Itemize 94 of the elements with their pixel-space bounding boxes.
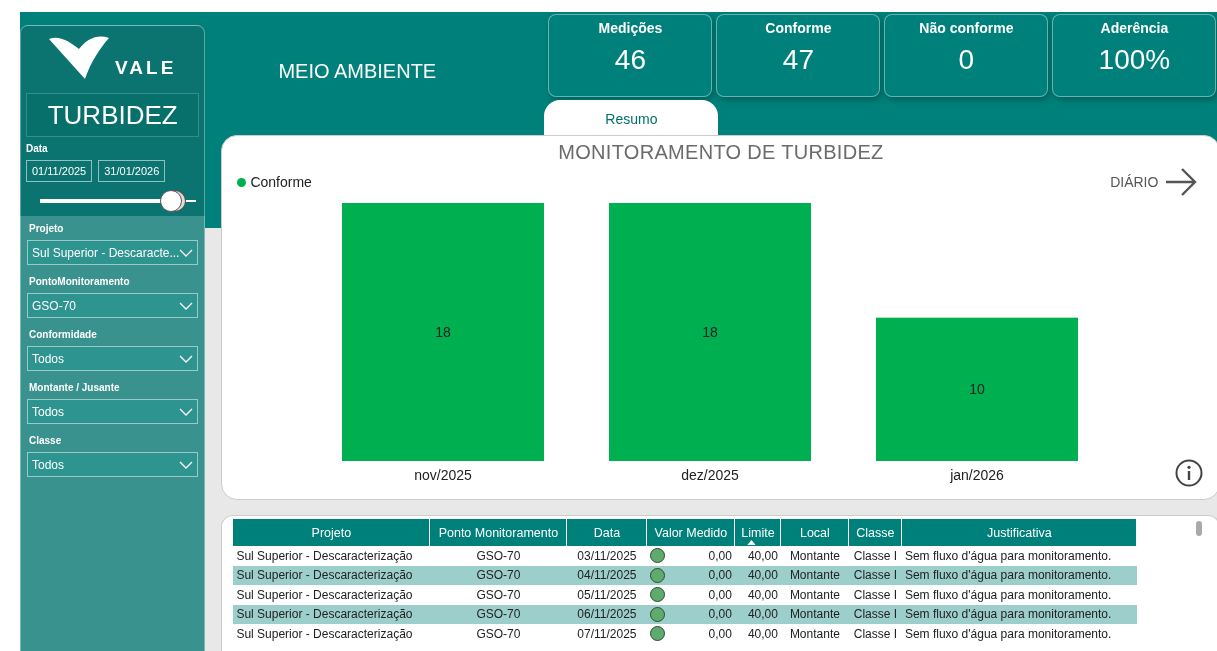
column-header[interactable]: Valor Medido bbox=[646, 519, 735, 546]
table-cell: Sul Superior - Descaracterização bbox=[236, 626, 413, 641]
chevron-down-icon bbox=[179, 301, 194, 310]
kpi-label: Aderência bbox=[1099, 20, 1170, 36]
chevron-down-icon bbox=[179, 460, 194, 469]
axis-label: dez/2025 bbox=[681, 467, 740, 483]
chart-title: MONITORAMENTO DE TURBIDEZ bbox=[557, 141, 885, 164]
section-title: MEIO AMBIENTE bbox=[277, 60, 438, 83]
info-icon[interactable] bbox=[1175, 459, 1204, 487]
table-cell: GSO-70 bbox=[476, 548, 521, 563]
filter-label: Data bbox=[26, 143, 49, 154]
kpi-label: Não conforme bbox=[918, 20, 1015, 36]
date-field[interactable]: 31/01/2026 bbox=[98, 160, 166, 182]
axis-label: jan/2026 bbox=[950, 467, 1005, 483]
filter-dropdown[interactable]: Todos bbox=[27, 399, 199, 424]
table-cell: 05/11/2025 bbox=[577, 587, 637, 602]
table-cell: Sem fluxo d'água para monitoramento. bbox=[904, 587, 1112, 602]
date-field[interactable]: 01/11/2025 bbox=[26, 160, 93, 182]
table-cell: Sul Superior - Descaracterização bbox=[236, 548, 413, 563]
table-cell: GSO-70 bbox=[476, 607, 521, 622]
logo-icon bbox=[49, 35, 110, 81]
kpi-value: 47 bbox=[781, 44, 815, 76]
tab[interactable]: Resumo bbox=[544, 100, 719, 135]
slider-thumb[interactable] bbox=[159, 190, 182, 212]
table-cell: 40,00 bbox=[747, 587, 778, 602]
scrollbar-thumb[interactable] bbox=[1196, 521, 1203, 536]
table-cell: GSO-70 bbox=[476, 568, 521, 583]
column-header[interactable]: Local bbox=[780, 519, 849, 546]
table-cell: 07/11/2025 bbox=[577, 626, 637, 641]
filter-dropdown[interactable]: GSO-70 bbox=[27, 293, 199, 318]
table-cell: 0,00 bbox=[708, 548, 732, 563]
filter-dropdown[interactable]: Todos bbox=[27, 452, 199, 477]
table-cell: 0,00 bbox=[708, 568, 732, 583]
table-cell: Sul Superior - Descaracterização bbox=[236, 607, 413, 622]
table-cell: Montante bbox=[789, 626, 840, 641]
kpi-value: 0 bbox=[957, 44, 976, 76]
table-cell: 04/11/2025 bbox=[577, 568, 637, 583]
table-cell: 0,00 bbox=[708, 587, 732, 602]
table-cell: Sem fluxo d'água para monitoramento. bbox=[904, 626, 1112, 641]
drill-link[interactable]: DIÁRIO bbox=[1110, 168, 1198, 196]
table-cell: Classe I bbox=[853, 587, 898, 602]
table-cell: 03/11/2025 bbox=[577, 548, 637, 563]
table-cell: 40,00 bbox=[747, 626, 778, 641]
table-cell: Sul Superior - Descaracterização bbox=[236, 568, 413, 583]
table-cell: Montante bbox=[789, 568, 840, 583]
filter-label: Montante / Jusante bbox=[29, 382, 121, 393]
table-cell: 0,00 bbox=[708, 626, 732, 641]
column-header[interactable]: Data bbox=[566, 519, 647, 546]
table-cell: Montante bbox=[789, 548, 840, 563]
table-cell: Sem fluxo d'água para monitoramento. bbox=[904, 568, 1112, 583]
table-cell: GSO-70 bbox=[476, 587, 521, 602]
legend-label: Conforme bbox=[250, 174, 312, 190]
date-slider[interactable] bbox=[40, 190, 196, 212]
sort-ascending-icon bbox=[746, 540, 756, 545]
table-cell: Sem fluxo d'água para monitoramento. bbox=[904, 548, 1112, 563]
data-label: 18 bbox=[702, 324, 719, 340]
table-cell: 06/11/2025 bbox=[577, 607, 637, 622]
table-cell: 40,00 bbox=[747, 568, 778, 583]
filter-label: PontoMonitoramento bbox=[29, 276, 131, 287]
table-cell: Montante bbox=[789, 607, 840, 622]
table-cell: 40,00 bbox=[747, 607, 778, 622]
table-cell: Sul Superior - Descaracterização bbox=[236, 587, 413, 602]
kpi-value: 100% bbox=[1097, 44, 1172, 76]
filter-label: Classe bbox=[29, 435, 63, 446]
table-cell: 0,00 bbox=[708, 607, 732, 622]
chevron-down-icon bbox=[179, 407, 194, 416]
table-cell: Classe I bbox=[853, 568, 898, 583]
kpi-label: Medições bbox=[597, 20, 664, 36]
table-cell: 40,00 bbox=[747, 548, 778, 563]
arrow-right-icon bbox=[1165, 168, 1198, 196]
axis-label: nov/2025 bbox=[414, 467, 473, 483]
chevron-down-icon bbox=[179, 354, 194, 363]
filter-dropdown[interactable]: Sul Superior - Descaracte... bbox=[27, 240, 199, 265]
column-header[interactable]: Limite bbox=[734, 519, 781, 546]
column-header[interactable]: Ponto Monitoramento bbox=[429, 519, 567, 546]
filter-label: Projeto bbox=[29, 223, 65, 234]
table-cell: Classe I bbox=[853, 607, 898, 622]
table-cell: Montante bbox=[789, 587, 840, 602]
column-header[interactable]: Classe bbox=[848, 519, 902, 546]
kpi-label: Conforme bbox=[764, 20, 833, 36]
filter-label: Conformidade bbox=[29, 329, 98, 340]
table-cell: Classe I bbox=[853, 548, 898, 563]
column-header[interactable]: Justificativa bbox=[901, 519, 1137, 546]
column-header[interactable]: Projeto bbox=[233, 519, 430, 546]
filter-dropdown[interactable]: Todos bbox=[27, 346, 199, 371]
chevron-down-icon bbox=[179, 248, 194, 257]
logo-text: VALE bbox=[115, 57, 177, 80]
table-cell: GSO-70 bbox=[476, 626, 521, 641]
kpi-value: 46 bbox=[613, 44, 647, 76]
page-title: TURBIDEZ bbox=[26, 93, 200, 137]
table-cell: Classe I bbox=[853, 626, 898, 641]
data-label: 18 bbox=[435, 324, 452, 340]
table-cell: Sem fluxo d'água para monitoramento. bbox=[904, 607, 1112, 622]
data-label: 10 bbox=[969, 381, 986, 398]
